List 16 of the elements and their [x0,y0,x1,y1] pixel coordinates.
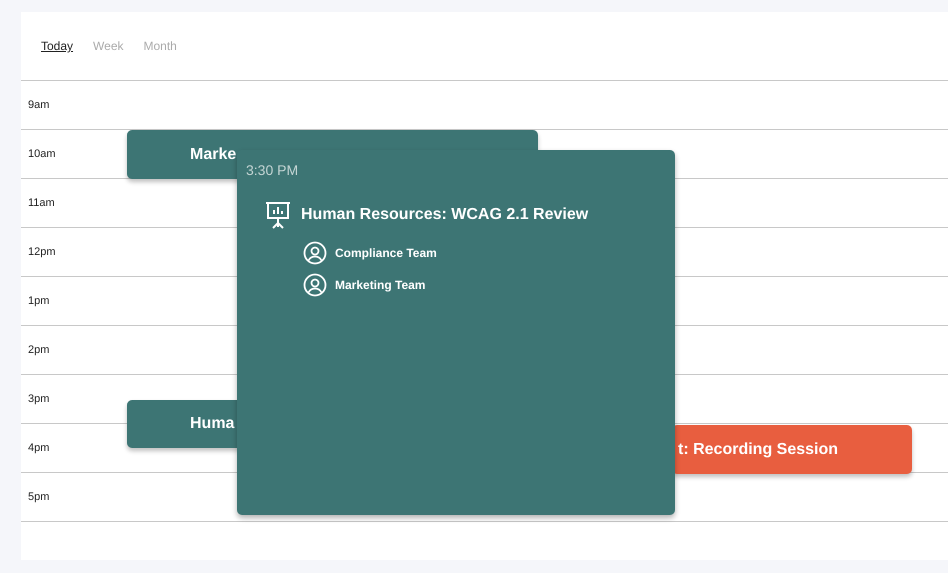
hour-label: 1pm [28,294,50,309]
hour-label: 4pm [28,440,50,456]
popup-title: Human Resources: WCAG 2.1 Review [301,205,588,225]
hour-label: 5pm [28,490,50,505]
attendee-name: Marketing Team [335,277,426,294]
hour-label: 3pm [28,392,50,407]
event-time: 3:30 PM [246,161,298,180]
hour-label: 9am [28,98,50,113]
event-title: Huma [190,414,234,434]
event-title: t: Recording Session [678,440,838,460]
attendee-name: Compliance Team [335,245,437,262]
hour-label: 11am [28,196,55,211]
event-title: Marke [190,144,236,164]
hour-label: 12pm [28,244,56,260]
hour-label: 2pm [28,342,50,358]
hour-label: 10am [28,146,56,162]
